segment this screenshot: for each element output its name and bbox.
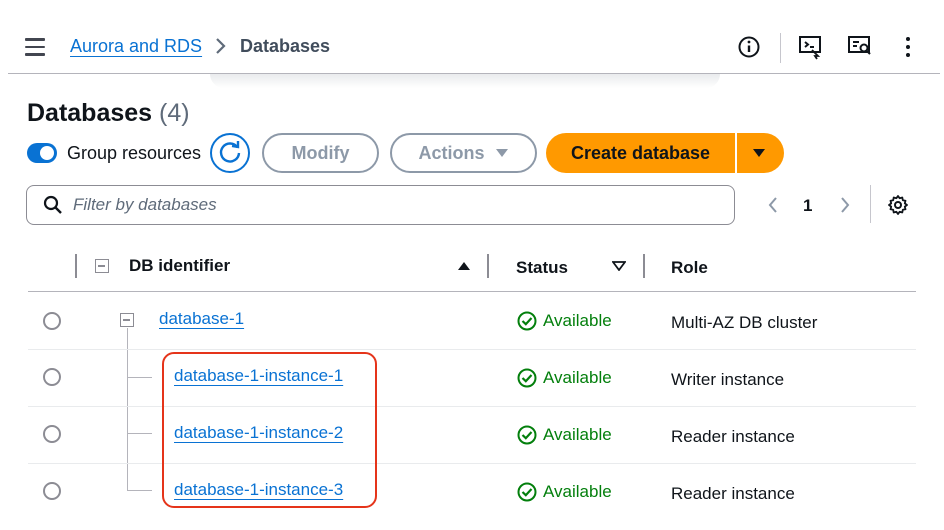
search-icon <box>43 195 62 214</box>
status-text: Available <box>543 482 612 501</box>
check-circle-icon <box>517 368 537 388</box>
refresh-icon <box>219 141 241 163</box>
row-select-radio[interactable] <box>43 368 61 386</box>
more-vertical-icon[interactable] <box>900 36 916 58</box>
chevron-right-icon <box>216 38 226 54</box>
status-cell: Available <box>517 482 612 502</box>
table-header-divider <box>28 291 916 292</box>
role-cell: Reader instance <box>671 484 795 503</box>
column-divider <box>75 254 77 278</box>
page-title-count: (4) <box>159 99 190 127</box>
menu-icon[interactable] <box>25 38 45 56</box>
status-cell: Available <box>517 368 612 388</box>
info-icon[interactable] <box>737 35 761 59</box>
column-header-role[interactable]: Role <box>671 258 708 278</box>
breadcrumb-aurora-rds-link[interactable]: Aurora and RDS <box>70 36 202 57</box>
row-divider <box>28 349 916 350</box>
check-circle-icon <box>517 311 537 331</box>
db-identifier-link[interactable]: database-1 <box>159 309 244 329</box>
status-text: Available <box>543 425 612 444</box>
group-resources-toggle[interactable] <box>27 143 57 163</box>
column-header-db-identifier[interactable]: DB identifier <box>129 256 230 276</box>
row-select-radio[interactable] <box>43 312 61 330</box>
tree-connector <box>127 328 128 491</box>
role-cell: Writer instance <box>671 370 785 389</box>
chevron-right-icon[interactable] <box>838 195 852 215</box>
settings-icon[interactable] <box>887 194 909 216</box>
toggle-knob <box>40 146 54 160</box>
column-header-status[interactable]: Status <box>516 258 568 278</box>
status-cell: Available <box>517 425 612 445</box>
tree-connector <box>127 433 152 434</box>
column-divider <box>487 254 489 278</box>
check-circle-icon <box>517 482 537 502</box>
screen-icon[interactable] <box>847 34 873 60</box>
pagination-divider <box>870 185 871 223</box>
topbar-shadow <box>210 74 720 88</box>
collapse-icon[interactable] <box>120 313 134 327</box>
column-divider <box>643 254 645 278</box>
caret-down-icon <box>753 149 765 157</box>
create-database-dropdown-button[interactable] <box>737 133 784 173</box>
console-icon[interactable] <box>798 34 824 60</box>
role-cell: Reader instance <box>671 427 795 446</box>
chevron-left-icon[interactable] <box>766 195 780 215</box>
modify-button[interactable]: Modify <box>262 133 379 173</box>
filter-placeholder: Filter by databases <box>73 195 217 214</box>
actions-button-label: Actions <box>418 142 485 163</box>
status-text: Available <box>543 368 612 387</box>
page-number-1[interactable]: 1 <box>803 196 812 216</box>
page-title-text: Databases <box>27 99 153 127</box>
refresh-button[interactable] <box>210 133 250 173</box>
row-select-radio[interactable] <box>43 482 61 500</box>
collapse-all-icon[interactable] <box>95 259 109 273</box>
caret-down-icon <box>495 149 508 157</box>
page-title: Databases (4) <box>27 99 190 128</box>
sort-down-icon[interactable] <box>612 261 626 271</box>
tree-connector <box>127 377 152 378</box>
highlight-box <box>162 352 377 508</box>
row-select-radio[interactable] <box>43 425 61 443</box>
role-cell: Multi-AZ DB cluster <box>671 313 818 332</box>
group-resources-label: Group resources <box>67 143 202 163</box>
toolbar-divider <box>780 33 781 63</box>
tree-connector <box>127 490 152 491</box>
status-cell: Available <box>517 311 612 331</box>
actions-button[interactable]: Actions <box>390 133 537 173</box>
create-database-button[interactable]: Create database <box>546 133 735 173</box>
breadcrumb-current: Databases <box>240 36 331 56</box>
check-circle-icon <box>517 425 537 445</box>
status-text: Available <box>543 311 612 330</box>
sort-up-icon[interactable] <box>457 261 471 271</box>
